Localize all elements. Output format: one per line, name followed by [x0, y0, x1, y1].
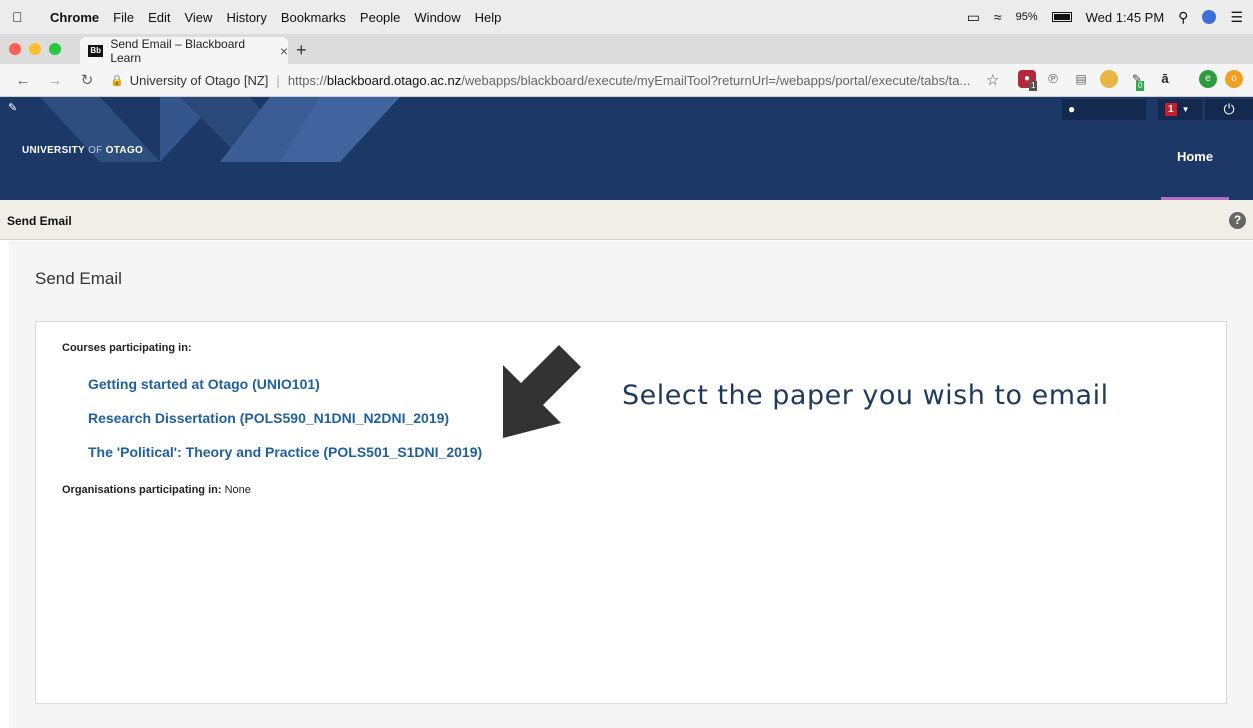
window-zoom-button[interactable] — [49, 43, 61, 55]
menu-bookmarks[interactable]: Bookmarks — [281, 10, 346, 25]
organisations-label: Organisations participating in: None — [62, 484, 251, 496]
notifications-menu[interactable]: 1 ▼ — [1158, 99, 1202, 120]
spotlight-search-icon[interactable]: ⚲ — [1178, 9, 1188, 26]
extension-color-icon[interactable] — [1100, 70, 1118, 88]
user-icon: ● — [1068, 102, 1076, 116]
menu-window[interactable]: Window — [414, 10, 460, 25]
url-path: /webapps/blackboard/execute/myEmailTool?… — [461, 72, 971, 88]
menu-history[interactable]: History — [226, 10, 266, 25]
browser-tab[interactable]: Bb Send Email – Blackboard Learn × — [80, 36, 288, 65]
menu-view[interactable]: View — [184, 10, 212, 25]
macos-menubar:  Chrome File Edit View History Bookmark… — [0, 0, 1253, 34]
course-link-unio101[interactable]: Getting started at Otago (UNIO101) — [88, 376, 320, 392]
notification-center-icon[interactable]: ☰ — [1230, 9, 1243, 26]
blackboard-favicon-icon: Bb — [88, 44, 104, 57]
content-area: Send Email Courses participating in: Get… — [9, 241, 1253, 728]
new-tab-button[interactable]: + — [296, 40, 307, 61]
extension-orange-icon[interactable]: o — [1225, 70, 1243, 88]
window-minimize-button[interactable] — [29, 43, 41, 55]
course-link-pols501[interactable]: The 'Political': Theory and Practice (PO… — [88, 444, 482, 460]
help-icon[interactable]: ? — [1229, 212, 1246, 229]
siri-icon[interactable] — [1202, 10, 1217, 24]
battery-percent: 95% — [1015, 11, 1038, 23]
menu-file[interactable]: File — [113, 10, 134, 25]
notification-count-badge: 1 — [1165, 103, 1177, 116]
organisations-label-text: Organisations participating in: — [62, 484, 222, 496]
breadcrumb-title: Send Email — [7, 214, 72, 228]
menubar-clock[interactable]: Wed 1:45 PM — [1086, 10, 1165, 25]
page-title: Send Email — [35, 269, 122, 288]
course-link-pols590[interactable]: Research Dissertation (POLS590_N1DNI_N2D… — [88, 410, 449, 426]
address-bar-url[interactable]: https://blackboard.otago.ac.nz/webapps/b… — [288, 73, 971, 88]
annotation-text: Select the paper you wish to email — [622, 380, 1109, 411]
menu-people[interactable]: People — [360, 10, 400, 25]
extension-evernote-icon[interactable]: e — [1199, 70, 1217, 88]
logo-end: OTAGO — [105, 145, 144, 156]
email-panel: Courses participating in: Getting starte… — [35, 321, 1227, 704]
tab-home[interactable]: Home — [1161, 149, 1229, 164]
address-divider: | — [276, 72, 280, 88]
url-host: blackboard.otago.ac.nz — [326, 72, 462, 88]
reload-icon[interactable]: ↻ — [76, 71, 98, 89]
site-identity[interactable]: University of Otago [NZ] — [130, 73, 269, 88]
edit-pencil-icon[interactable]: ✎ — [8, 101, 17, 114]
window-close-button[interactable] — [9, 43, 21, 55]
extension-badge-2: 0 — [1136, 81, 1145, 91]
extension-a-icon[interactable]: ā — [1156, 70, 1174, 88]
menu-help[interactable]: Help — [475, 10, 502, 25]
back-arrow-icon[interactable]: ← — [12, 72, 34, 89]
university-logo[interactable]: UNIVERSITY OF OTAGO — [22, 145, 143, 156]
chevron-down-icon: ▼ — [1181, 105, 1190, 114]
browser-tab-strip: Bb Send Email – Blackboard Learn × + — [0, 34, 1253, 65]
organisations-value: None — [221, 484, 251, 496]
extension-reader-icon[interactable]: ℗ — [1044, 70, 1062, 88]
tab-title: Send Email – Blackboard Learn — [110, 36, 246, 65]
tab-close-icon[interactable]: × — [280, 43, 288, 59]
courses-label: Courses participating in: — [62, 342, 192, 354]
page-header-bar: Send Email ? — [0, 200, 1253, 240]
battery-icon[interactable] — [1051, 12, 1072, 22]
wifi-icon[interactable]: ≈ — [994, 9, 1002, 25]
airplay-icon[interactable]: ▭ — [967, 9, 980, 26]
blackboard-header: ✎ UNIVERSITY OF OTAGO ● 1 ▼ ⏻ Home — [0, 97, 1253, 200]
extension-badge-1: 1 — [1029, 81, 1038, 91]
logout-power-icon[interactable]: ⏻ — [1205, 99, 1253, 120]
logo-of: OF — [85, 145, 106, 156]
logo-main: UNIVERSITY — [22, 145, 86, 156]
apple-icon[interactable]:  — [12, 9, 34, 25]
menu-edit[interactable]: Edit — [148, 10, 170, 25]
pointer-arrow-icon — [503, 345, 581, 438]
lock-icon[interactable]: 🔒 — [110, 74, 124, 87]
bookmark-star-icon[interactable]: ☆ — [986, 71, 999, 89]
forward-arrow-icon[interactable]: → — [44, 72, 66, 89]
extension-chat-icon[interactable]: ▤ — [1072, 70, 1090, 88]
browser-toolbar: ← → ↻ 🔒 University of Otago [NZ] | https… — [0, 64, 1253, 97]
url-prefix: https:// — [287, 72, 327, 88]
user-menu[interactable]: ● — [1062, 99, 1146, 120]
menu-app-chrome[interactable]: Chrome — [50, 10, 99, 25]
